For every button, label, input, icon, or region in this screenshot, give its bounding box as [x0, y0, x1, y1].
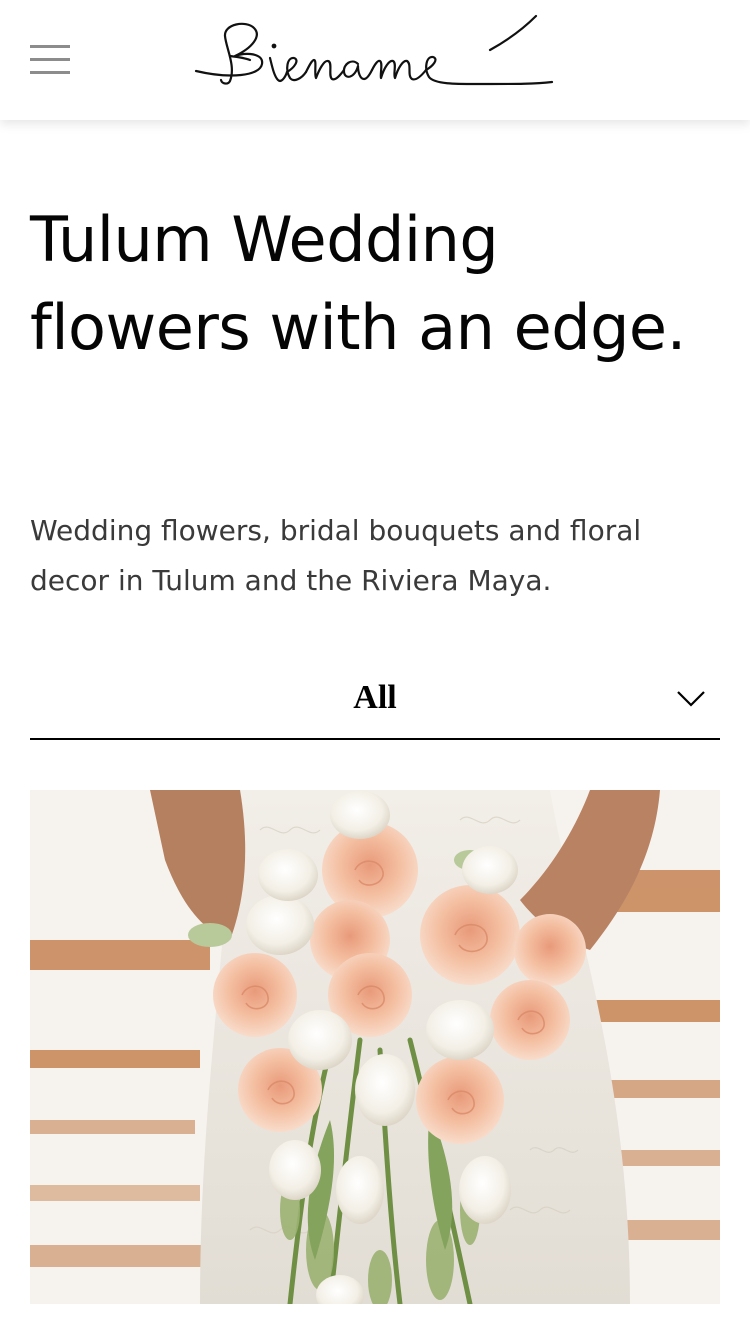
hamburger-menu-icon[interactable]	[30, 43, 70, 75]
gallery-image-bouquet[interactable]	[30, 790, 720, 1304]
brand-logo[interactable]: Biename	[190, 8, 560, 98]
hamburger-line	[30, 71, 70, 74]
hamburger-line	[30, 58, 70, 61]
site-header: Biename	[0, 0, 750, 120]
category-filter-dropdown[interactable]: All	[30, 660, 720, 740]
chevron-down-icon	[677, 691, 705, 707]
filter-selected-value: All	[353, 679, 397, 716]
logo-signature	[194, 14, 554, 86]
page-title: Tulum Wedding flowers with an edge.	[30, 203, 686, 364]
hamburger-line	[30, 45, 70, 48]
bouquet-photo	[30, 790, 720, 1304]
page-subtitle: Wedding flowers, bridal bouquets and flo…	[30, 514, 642, 597]
